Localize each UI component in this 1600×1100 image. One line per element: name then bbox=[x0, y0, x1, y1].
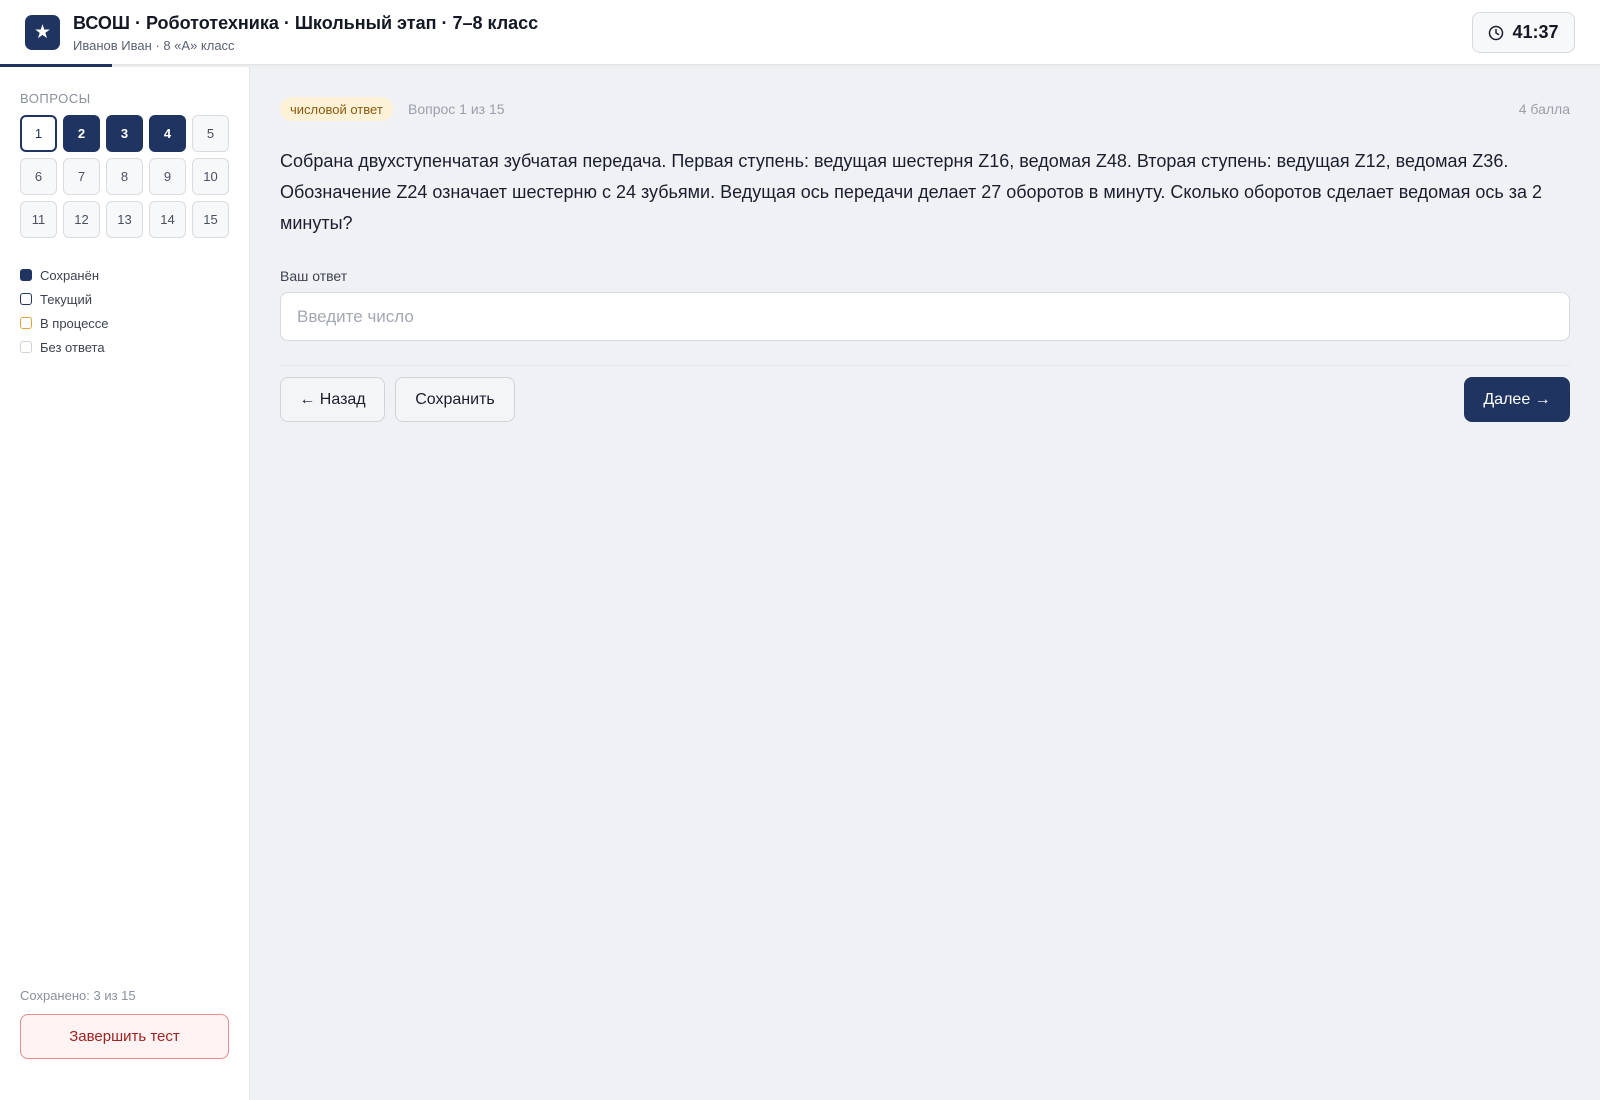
saved-swatch-icon bbox=[20, 269, 32, 281]
star-logo-icon: ★ bbox=[25, 15, 60, 50]
next-button[interactable]: Далее → bbox=[1464, 377, 1570, 422]
saved-count: Сохранено: 3 из 15 bbox=[20, 988, 136, 1003]
legend-label: В процессе bbox=[40, 315, 109, 331]
question-nav-button-11[interactable]: 11 bbox=[20, 201, 57, 238]
current-swatch-icon bbox=[20, 293, 32, 305]
question-nav-button-14[interactable]: 14 bbox=[149, 201, 186, 238]
in-progress-swatch-icon bbox=[20, 317, 32, 329]
question-type-badge: числовой ответ bbox=[280, 97, 393, 121]
question-nav-button-5[interactable]: 5 bbox=[192, 115, 229, 152]
save-button[interactable]: Сохранить bbox=[395, 377, 515, 422]
question-nav-button-10[interactable]: 10 bbox=[192, 158, 229, 195]
question-nav-button-6[interactable]: 6 bbox=[20, 158, 57, 195]
answer-label: Ваш ответ bbox=[280, 268, 348, 284]
timer-value: 41:37 bbox=[1512, 22, 1559, 42]
legend-unanswered: Без ответа bbox=[20, 335, 109, 359]
sidebar: ВОПРОСЫ 1 2 3 4 5 6 7 8 9 10 11 12 13 14 15 Сохранён Т… bbox=[0, 67, 250, 1100]
page-title: ВСОШ · Робототехника · Школьный этап · 7… bbox=[73, 13, 539, 33]
question-nav-button-4[interactable]: 4 bbox=[149, 115, 186, 152]
answer-input[interactable] bbox=[280, 292, 1570, 341]
header: ★ ВСОШ · Робототехника · Школьный этап ·… bbox=[0, 0, 1600, 65]
unanswered-swatch-icon bbox=[20, 341, 32, 353]
questions-heading: ВОПРОСЫ bbox=[20, 91, 91, 106]
question-panel: числовой ответ Вопрос 1 из 15 4 балла Со… bbox=[250, 67, 1600, 1100]
student-info: Иванов Иван · 8 «А» класс bbox=[73, 38, 235, 53]
legend-in-progress: В процессе bbox=[20, 311, 109, 335]
question-nav-button-9[interactable]: 9 bbox=[149, 158, 186, 195]
question-nav-button-15[interactable]: 15 bbox=[192, 201, 229, 238]
legend-label: Текущий bbox=[40, 291, 92, 307]
question-text: Собрана двухступенчатая зубчатая передач… bbox=[280, 151, 1542, 233]
question-nav-button-2[interactable]: 2 bbox=[63, 115, 100, 152]
question-nav-grid: 1 2 3 4 5 6 7 8 9 10 11 12 13 14 15 bbox=[20, 115, 230, 238]
legend-saved: Сохранён bbox=[20, 263, 109, 287]
legend-label: Сохранён bbox=[40, 267, 100, 283]
status-legend: Сохранён Текущий В процессе Без ответа bbox=[20, 263, 109, 359]
question-nav-button-3[interactable]: 3 bbox=[106, 115, 143, 152]
question-counter: Вопрос 1 из 15 bbox=[408, 101, 505, 117]
timer: 41:37 bbox=[1472, 12, 1575, 53]
question-nav-button-7[interactable]: 7 bbox=[63, 158, 100, 195]
back-button[interactable]: ← Назад bbox=[280, 377, 385, 422]
finish-test-button[interactable]: Завершить тест bbox=[20, 1014, 229, 1059]
question-nav-button-12[interactable]: 12 bbox=[63, 201, 100, 238]
divider bbox=[280, 365, 1570, 366]
question-nav-button-1[interactable]: 1 bbox=[20, 115, 57, 152]
question-nav-button-13[interactable]: 13 bbox=[106, 201, 143, 238]
legend-label: Без ответа bbox=[40, 339, 105, 355]
question-nav-button-8[interactable]: 8 bbox=[106, 158, 143, 195]
legend-current: Текущий bbox=[20, 287, 109, 311]
clock-icon bbox=[1489, 25, 1504, 40]
question-points: 4 балла bbox=[1518, 101, 1570, 117]
